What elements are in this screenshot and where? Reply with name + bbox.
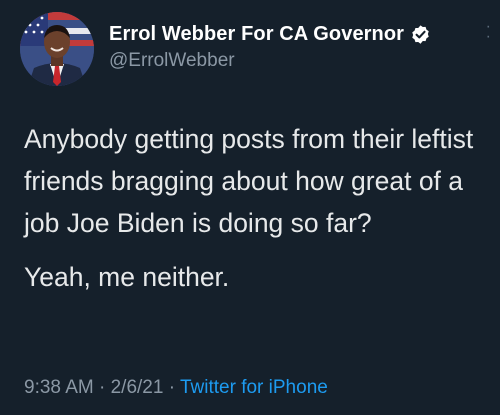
avatar-image [20,12,94,86]
meta-separator: · [99,377,106,398]
tweet-paragraph: Anybody getting posts from their leftist… [24,124,474,238]
author-name-row[interactable]: Errol Webber For CA Governor [109,21,431,47]
author-avatar[interactable] [20,12,94,86]
tweet-source-link[interactable]: Twitter for iPhone [180,377,328,398]
ellipsis-icon[interactable]: · · [486,19,492,45]
verified-badge-icon [410,24,431,45]
tweet-meta: 9:38 AM · 2/6/21 · Twitter for iPhone [24,377,328,399]
tweet-text: Anybody getting posts from their leftist… [24,118,484,298]
author-display-name[interactable]: Errol Webber For CA Governor [109,23,404,46]
tweet-card: Errol Webber For CA Governor @ErrolWebbe… [0,0,500,415]
meta-separator: · [168,377,176,398]
author-handle[interactable]: @ErrolWebber [109,50,235,72]
tweet-date[interactable]: 2/6/21 [111,377,164,398]
tweet-time[interactable]: 9:38 AM [24,377,94,398]
tweet-paragraph: Yeah, me neither. [24,262,230,292]
